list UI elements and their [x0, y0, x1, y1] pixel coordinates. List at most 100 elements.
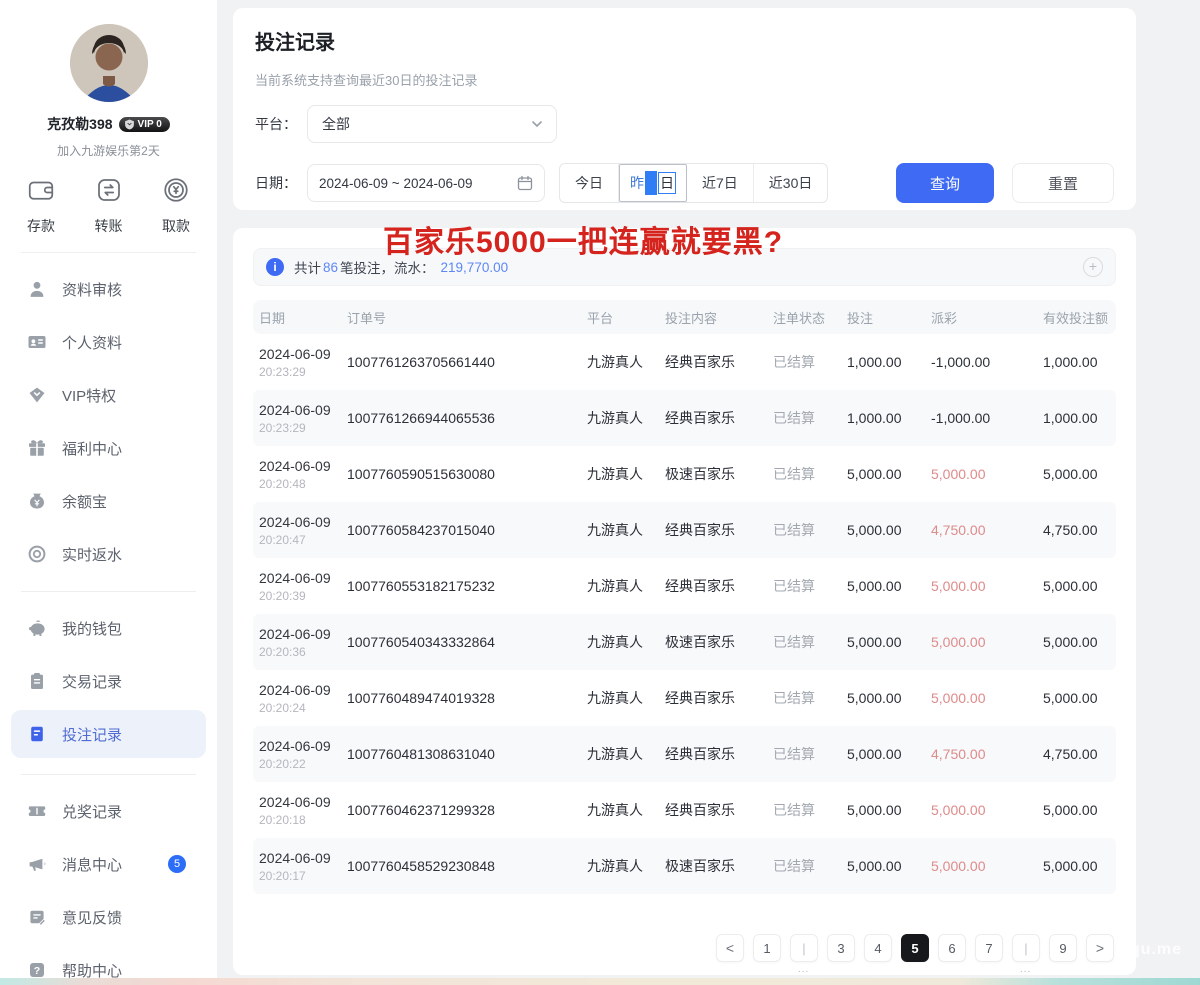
jump-pages-button[interactable]: |... [1012, 934, 1040, 962]
column-header-投注: 投注 [847, 308, 931, 327]
deposit-wallet-icon [26, 175, 56, 210]
page-button-1[interactable]: 1 [753, 934, 781, 962]
page-button-3[interactable]: 3 [827, 934, 855, 962]
page-button-7[interactable]: 7 [975, 934, 1003, 962]
id-card-icon [27, 332, 47, 352]
feedback-icon [27, 907, 47, 927]
page-button-6[interactable]: 6 [938, 934, 966, 962]
cell-status: 已结算 [773, 856, 847, 876]
cell-bet-amount: 5,000.00 [847, 634, 931, 650]
table-row: 2024-06-0920:20:22 1007760481308631040 九… [253, 726, 1116, 782]
cell-date: 2024-06-0920:20:22 [259, 738, 347, 771]
cell-valid-amount: 1,000.00 [1043, 410, 1110, 426]
unread-count-badge: 5 [168, 855, 186, 873]
cell-platform: 九游真人 [587, 744, 665, 764]
cell-valid-amount: 5,000.00 [1043, 802, 1110, 818]
sidebar-item-兑奖记录[interactable]: 兑奖记录 [11, 795, 206, 827]
page-button-4[interactable]: 4 [864, 934, 892, 962]
table-row: 2024-06-0920:20:47 1007760584237015040 九… [253, 502, 1116, 558]
cell-bet-content: 经典百家乐 [665, 576, 773, 596]
bottom-edge-strip [0, 978, 1200, 985]
quick-action-label: 存款 [27, 216, 55, 236]
quick-action-转账[interactable]: 转账 [94, 175, 124, 236]
range-昨日[interactable]: 昨日 [619, 164, 687, 202]
piggy-wallet-icon [27, 618, 47, 638]
table-body: 2024-06-0920:23:29 1007761263705661440 九… [253, 334, 1116, 894]
cell-status: 已结算 [773, 464, 847, 484]
sidebar-item-福利中心[interactable]: 福利中心 [11, 432, 206, 464]
message-horn-icon [27, 854, 47, 874]
range-近7日[interactable]: 近7日 [687, 164, 754, 202]
table-row: 2024-06-0920:20:18 1007760462371299328 九… [253, 782, 1116, 838]
cell-payout: 5,000.00 [931, 578, 1043, 594]
platform-select-value: 全部 [322, 114, 350, 134]
sidebar-item-资料审核[interactable]: 资料审核 [11, 273, 206, 305]
cell-payout: 5,000.00 [931, 690, 1043, 706]
summary-count: 86 [323, 260, 338, 275]
query-button[interactable]: 查询 [896, 163, 994, 203]
vip-badge-label: VIP 0 [138, 119, 162, 130]
cell-date: 2024-06-0920:20:48 [259, 458, 347, 491]
sidebar-item-我的钱包[interactable]: 我的钱包 [11, 612, 206, 644]
ellipsis-dots: ... [791, 964, 817, 975]
reset-button[interactable]: 重置 [1012, 163, 1114, 203]
sidebar-item-VIP特权[interactable]: VIP特权 [11, 379, 206, 411]
page-root: 克孜勒398 VIP 0 加入九游娱乐第2天 存款 转账 取款 资料审核 个人资… [0, 0, 1200, 985]
page-subtitle: 当前系统支持查询最近30日的投注记录 [255, 70, 1114, 89]
quick-action-存款[interactable]: 存款 [26, 175, 56, 236]
column-header-派彩: 派彩 [931, 308, 1043, 327]
cell-bet-content: 极速百家乐 [665, 632, 773, 652]
table-row: 2024-06-0920:20:36 1007760540343332864 九… [253, 614, 1116, 670]
cell-valid-amount: 5,000.00 [1043, 578, 1110, 594]
withdraw-coin-icon [161, 175, 191, 210]
sidebar-item-实时返水[interactable]: 实时返水 [11, 538, 206, 570]
cell-status: 已结算 [773, 520, 847, 540]
cell-status: 已结算 [773, 352, 847, 372]
range-近30日[interactable]: 近30日 [754, 164, 828, 202]
sidebar-item-label: 我的钱包 [62, 618, 122, 639]
sidebar-item-个人资料[interactable]: 个人资料 [11, 326, 206, 358]
sidebar-item-交易记录[interactable]: 交易记录 [11, 665, 206, 697]
sidebar-item-消息中心[interactable]: 消息中心5 [11, 848, 206, 880]
summary-prefix: 共计 [294, 257, 321, 277]
table-row: 2024-06-0920:20:24 1007760489474019328 九… [253, 670, 1116, 726]
table-header: 日期订单号平台投注内容注单状态投注派彩有效投注额 [253, 300, 1116, 334]
sidebar-item-label: 福利中心 [62, 438, 122, 459]
cell-bet-amount: 1,000.00 [847, 410, 931, 426]
vip-badge: VIP 0 [119, 117, 170, 132]
cell-order-number: 1007760489474019328 [347, 690, 587, 706]
calendar-icon [517, 175, 533, 191]
column-header-平台: 平台 [587, 308, 665, 327]
cell-bet-amount: 5,000.00 [847, 578, 931, 594]
money-pouch-icon [27, 491, 47, 511]
sidebar-item-投注记录[interactable]: 投注记录 [11, 710, 206, 758]
table-row: 2024-06-0920:23:29 1007761266944065536 九… [253, 390, 1116, 446]
cell-order-number: 1007760458529230848 [347, 858, 587, 874]
range-今日[interactable]: 今日 [560, 164, 619, 202]
sidebar-item-label: 实时返水 [62, 544, 122, 565]
watermark: equ.me [1120, 941, 1182, 959]
cell-bet-amount: 1,000.00 [847, 354, 931, 370]
prev-page-button[interactable]: < [716, 934, 744, 962]
jump-pages-button[interactable]: |... [790, 934, 818, 962]
cell-order-number: 1007760553182175232 [347, 578, 587, 594]
page-title: 投注记录 [255, 26, 1114, 55]
page-button-9[interactable]: 9 [1049, 934, 1077, 962]
cell-status: 已结算 [773, 632, 847, 652]
cell-payout: 5,000.00 [931, 634, 1043, 650]
next-page-button[interactable]: > [1086, 934, 1114, 962]
expand-plus-icon[interactable]: + [1083, 257, 1103, 277]
quick-action-取款[interactable]: 取款 [161, 175, 191, 236]
date-range-input[interactable]: 2024-06-09 ~ 2024-06-09 [307, 164, 545, 202]
cell-order-number: 1007760481308631040 [347, 746, 587, 762]
page-button-5[interactable]: 5 [901, 934, 929, 962]
cell-order-number: 1007761263705661440 [347, 354, 587, 370]
cell-date: 2024-06-0920:20:47 [259, 514, 347, 547]
platform-select[interactable]: 全部 [307, 105, 557, 143]
sidebar-item-意见反馈[interactable]: 意见反馈 [11, 901, 206, 933]
avatar[interactable] [70, 24, 148, 102]
meme-overlay-text: 百家乐5000一把连赢就要黑? [383, 217, 783, 261]
cell-date: 2024-06-0920:20:24 [259, 682, 347, 715]
rebate-disc-icon [27, 544, 47, 564]
sidebar-item-余额宝[interactable]: 余额宝 [11, 485, 206, 517]
